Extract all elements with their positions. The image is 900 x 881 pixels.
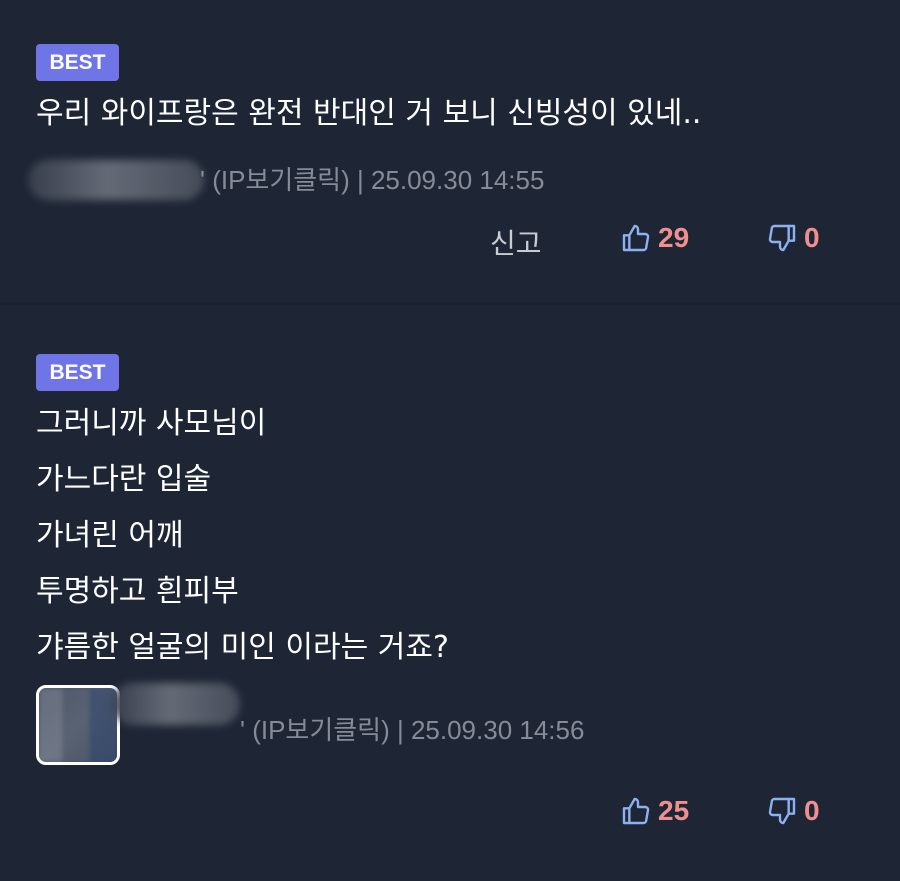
thumbs-up-icon [620,795,652,827]
comment-text-line: 가녀린 어깨 [36,518,184,553]
best-badge: BEST [36,44,119,81]
report-button[interactable]: 신고 [490,222,542,262]
comment-text: 우리 와이프랑은 완전 반대인 거 보니 신빙성이 있네.. [36,96,702,131]
comment-text-line: 가느다란 입술 [36,462,212,497]
comment-meta: ' (IP보기클릭) | 25.09.30 14:55 [200,165,545,195]
like-button[interactable]: 25 [620,795,689,827]
dislike-button[interactable]: 0 [766,222,820,254]
thumbs-down-icon [766,795,798,827]
like-count: 29 [658,222,690,253]
comment-item: BEST 우리 와이프랑은 완전 반대인 거 보니 신빙성이 있네.. ' (I… [0,0,900,302]
best-badge: BEST [36,354,119,391]
avatar [36,685,120,765]
thumbs-down-icon [766,222,798,254]
blurred-username [28,160,204,200]
dislike-button[interactable]: 0 [766,795,820,827]
blurred-username [112,683,240,725]
dislike-count: 0 [804,222,820,253]
comment-text-line: 그러니까 사모님이 [36,406,267,441]
comment-item: BEST 그러니까 사모님이 가느다란 입술 가녀린 어깨 투명하고 흰피부 갸… [0,305,900,881]
like-button[interactable]: 29 [620,222,689,254]
like-count: 25 [658,795,690,826]
dislike-count: 0 [804,795,820,826]
thumbs-up-icon [620,222,652,254]
comment-text-line: 투명하고 흰피부 [36,574,239,609]
comment-meta: ' (IP보기클릭) | 25.09.30 14:56 [240,715,585,745]
comment-text-line: 갸름한 얼굴의 미인 이라는 거죠? [36,630,449,665]
